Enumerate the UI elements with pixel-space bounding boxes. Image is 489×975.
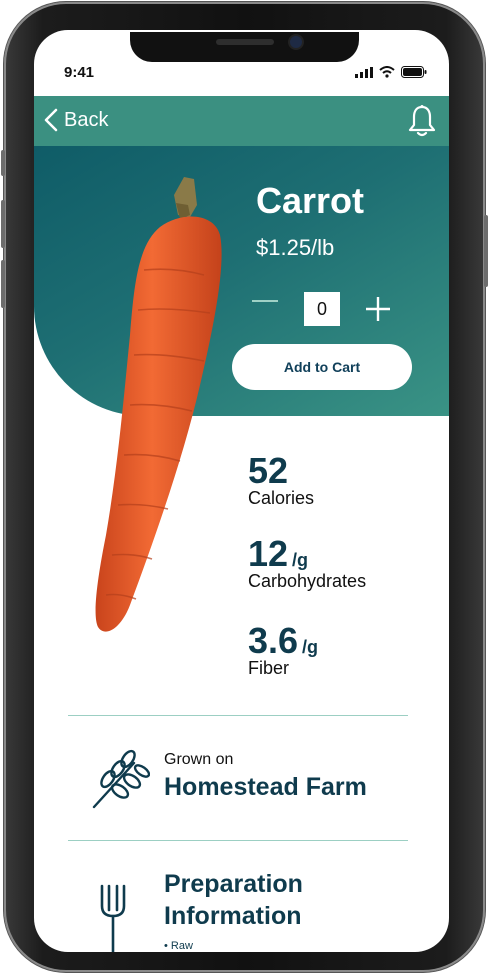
- add-to-cart-button[interactable]: Add to Cart: [232, 344, 412, 390]
- phone-notch: [130, 32, 359, 62]
- front-camera: [290, 36, 302, 48]
- nutrition-carbohydrates: 12/g Carbohydrates: [248, 533, 366, 592]
- wheat-icon: [92, 749, 150, 809]
- product-price: $1.25/lb: [256, 235, 335, 260]
- nutrition-value: 52: [248, 450, 289, 491]
- preparation-info: Preparation Information • Raw: [90, 868, 420, 952]
- farm-name[interactable]: Homestead Farm: [164, 773, 367, 802]
- nutrition-calories: 52 Calories: [248, 450, 314, 509]
- increase-quantity-button[interactable]: [364, 295, 392, 323]
- nutrition-value: 3.6: [248, 620, 299, 661]
- silent-switch: [1, 150, 5, 176]
- wifi-icon: [379, 66, 395, 78]
- bell-icon[interactable]: [407, 104, 437, 138]
- volume-down-button: [1, 260, 5, 308]
- nutrition-label: Calories: [248, 488, 315, 508]
- app-screen: 9:41 Back Carrot $1.25/lb 0 Add to Cart …: [34, 30, 449, 952]
- quantity-field[interactable]: 0: [304, 292, 340, 326]
- nutrition-label: Carbohydrates: [248, 571, 367, 591]
- product-name: Carrot: [256, 180, 365, 221]
- section-divider: [68, 840, 408, 841]
- back-chevron-icon: [44, 108, 58, 132]
- nav-bar: Back: [34, 96, 449, 146]
- status-time: 9:41: [64, 64, 95, 81]
- preparation-item: • Raw: [164, 940, 193, 952]
- farm-kicker: Grown on: [164, 751, 234, 768]
- preparation-title: Preparation Information: [164, 870, 303, 930]
- decrease-quantity-button[interactable]: [252, 300, 278, 302]
- preparation-item-label: Raw: [170, 940, 193, 952]
- power-button: [484, 215, 488, 287]
- battery-icon: [401, 66, 427, 78]
- phone-speaker: [216, 39, 274, 45]
- nutrition-unit: /g: [292, 550, 309, 570]
- nutrition-fiber: 3.6/g Fiber: [248, 620, 318, 679]
- volume-up-button: [1, 200, 5, 248]
- carrot-image: [95, 177, 222, 632]
- nutrition-unit: /g: [302, 637, 319, 657]
- nutrition-value: 12: [248, 533, 289, 574]
- farm-info: Grown on Homestead Farm: [90, 747, 410, 813]
- back-button[interactable]: Back: [44, 108, 108, 132]
- signal-icon: [355, 66, 373, 78]
- section-divider: [68, 715, 408, 716]
- fork-icon: [100, 884, 126, 952]
- back-label: Back: [64, 108, 109, 131]
- status-icons: [355, 66, 427, 78]
